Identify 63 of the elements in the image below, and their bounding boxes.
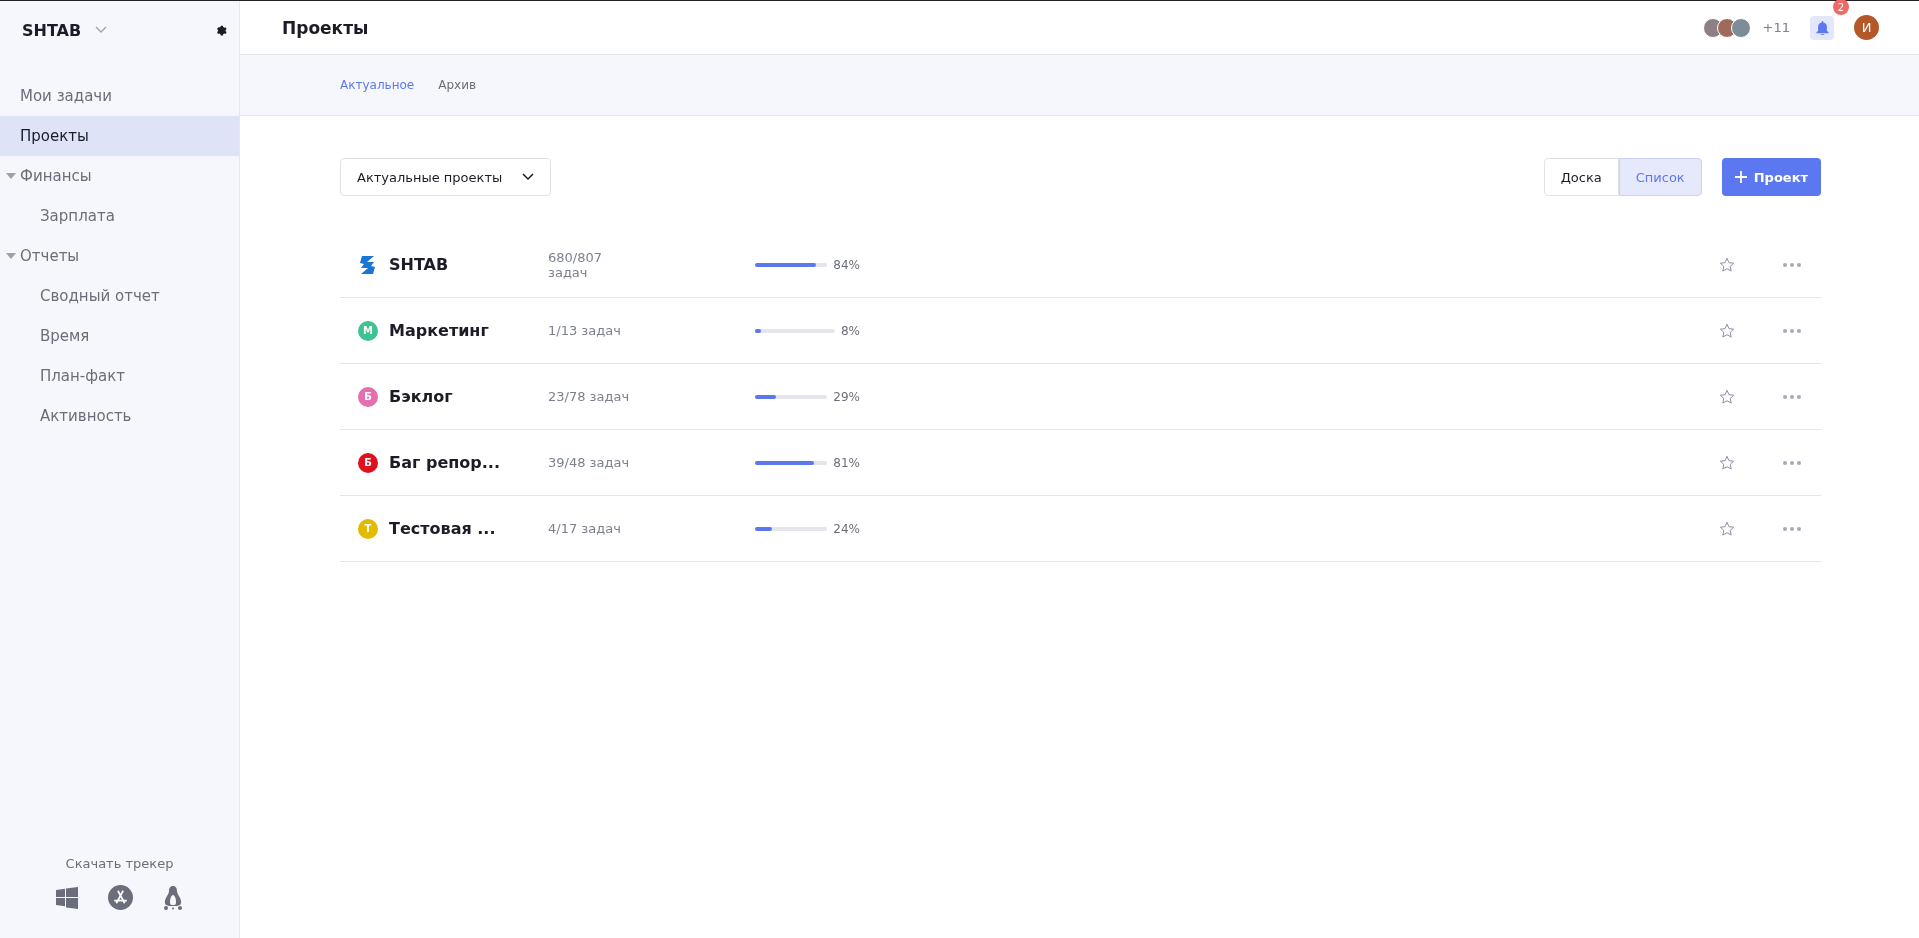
- chevron-down-icon: [522, 173, 535, 181]
- task-count: 680/807 задач: [548, 249, 603, 280]
- notifications-button[interactable]: [1810, 15, 1834, 40]
- windows-icon[interactable]: [56, 886, 78, 909]
- caret-icon[interactable]: [6, 173, 16, 179]
- sidebar-subitem[interactable]: Зарплата: [0, 196, 239, 236]
- progress-percent: 84%: [833, 257, 860, 272]
- project-name[interactable]: SHTAB: [389, 255, 449, 274]
- notification-badge: 2: [1833, 0, 1849, 15]
- sidebar-subitem[interactable]: Сводный отчет: [0, 276, 239, 316]
- more-icon[interactable]: [1783, 526, 1801, 531]
- members-count[interactable]: +11: [1762, 20, 1790, 35]
- workspace-name[interactable]: SHTAB: [22, 20, 82, 40]
- project-icon: М: [358, 320, 378, 341]
- sidebar-subitem[interactable]: Активность: [0, 396, 239, 436]
- task-count: 39/48 задач: [548, 455, 631, 470]
- more-icon[interactable]: [1783, 262, 1801, 267]
- more-icon[interactable]: [1783, 328, 1801, 333]
- project-name[interactable]: Бэклог: [389, 387, 453, 406]
- star-icon[interactable]: [1719, 256, 1735, 273]
- view-toggle[interactable]: Доска: [1543, 158, 1619, 196]
- view-toggle[interactable]: Список: [1618, 158, 1702, 196]
- progress-percent: 29%: [833, 389, 860, 404]
- caret-icon[interactable]: [6, 253, 16, 259]
- more-icon[interactable]: [1783, 460, 1801, 465]
- project-name[interactable]: Маркетинг: [389, 321, 489, 340]
- app-store-icon[interactable]: [108, 885, 133, 910]
- star-icon[interactable]: [1719, 520, 1735, 537]
- task-count: 4/17 задач: [548, 521, 622, 536]
- tab[interactable]: Актуальное: [340, 78, 415, 92]
- filter-dropdown[interactable]: Актуальные проекты: [340, 158, 552, 196]
- user-avatar[interactable]: И: [1854, 15, 1879, 40]
- project-icon: Б: [358, 452, 378, 473]
- star-icon[interactable]: [1719, 454, 1735, 471]
- project-icon: Т: [358, 518, 378, 539]
- more-icon[interactable]: [1783, 394, 1801, 399]
- penguin-icon[interactable]: [163, 885, 183, 910]
- sidebar-item[interactable]: Финансы: [0, 156, 239, 196]
- star-icon[interactable]: [1719, 322, 1735, 339]
- progress-percent: 8%: [840, 323, 860, 338]
- page-title: Проекты: [282, 17, 369, 38]
- sidebar-item[interactable]: Проекты: [0, 116, 239, 156]
- tab[interactable]: Архив: [438, 78, 477, 92]
- progress-percent: 24%: [833, 521, 860, 536]
- plus-icon: [1734, 171, 1747, 183]
- bell-icon: [1815, 20, 1829, 35]
- project-icon: Б: [358, 386, 378, 407]
- sidebar-item[interactable]: Отчеты: [0, 236, 239, 276]
- sidebar-item[interactable]: Мои задачи: [0, 76, 239, 116]
- download-label: Скачать трекер: [65, 856, 174, 871]
- progress-percent: 81%: [833, 455, 860, 470]
- sidebar-subitem[interactable]: Время: [0, 316, 239, 356]
- member-avatar[interactable]: [1730, 17, 1751, 38]
- settings-icon[interactable]: [215, 24, 227, 36]
- star-icon[interactable]: [1719, 388, 1735, 405]
- project-name[interactable]: Баг репор...: [389, 453, 500, 472]
- logo-icon: [358, 254, 378, 275]
- chevron-down-icon[interactable]: [95, 26, 108, 34]
- task-count: 23/78 задач: [548, 389, 631, 404]
- sidebar-subitem[interactable]: План-факт: [0, 356, 239, 396]
- project-name[interactable]: Тестовая ...: [389, 519, 496, 538]
- task-count: 1/13 задач: [548, 323, 622, 338]
- add-project-button[interactable]: Проект: [1721, 158, 1821, 196]
